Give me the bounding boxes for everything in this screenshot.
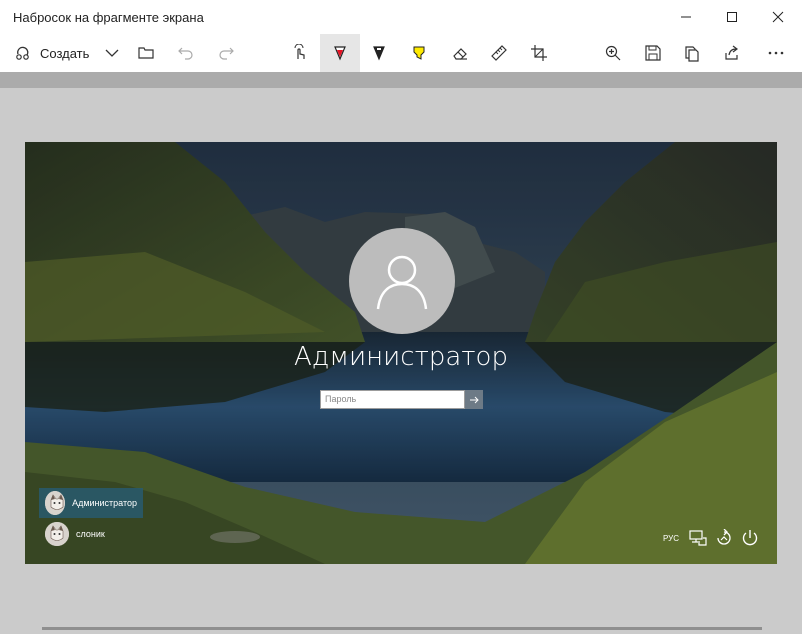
close-button[interactable] — [755, 0, 801, 34]
maximize-button[interactable] — [709, 0, 755, 34]
create-label: Создать — [40, 45, 90, 61]
create-button[interactable]: Создать — [8, 34, 98, 72]
zoom-button[interactable] — [593, 34, 633, 72]
title-bar: Набросок на фрагменте экрана — [0, 0, 802, 34]
ruler-button[interactable] — [479, 34, 519, 72]
user-name: Администратор — [294, 342, 508, 372]
ease-of-access-icon — [717, 529, 731, 545]
highlighter-icon — [413, 46, 425, 60]
touch-writing-button[interactable] — [280, 34, 320, 72]
submit-button[interactable] — [465, 390, 483, 409]
undo-button[interactable] — [166, 34, 206, 72]
eraser-button[interactable] — [440, 34, 480, 72]
folder-icon — [138, 47, 154, 59]
user-tile-label: слоник — [76, 529, 105, 539]
power-icon — [742, 530, 758, 546]
pencil-button[interactable] — [359, 34, 399, 72]
toolbar: Создать — [0, 34, 802, 72]
eraser-icon — [453, 48, 467, 60]
zoom-in-icon — [605, 45, 621, 61]
toolbar-divider-strip — [0, 72, 802, 88]
ballpoint-pen-button[interactable] — [320, 34, 360, 72]
open-file-button[interactable] — [126, 34, 166, 72]
highlighter-button[interactable] — [399, 34, 439, 72]
ballpoint-pen-icon — [334, 46, 346, 61]
touch-writing-icon — [294, 44, 305, 59]
snip-icon — [16, 46, 29, 60]
save-button[interactable] — [633, 34, 673, 72]
save-icon — [645, 45, 661, 61]
share-button[interactable] — [712, 34, 752, 72]
user-tile-administrator[interactable]: Администратор — [39, 488, 143, 518]
close-icon — [772, 11, 784, 23]
password-field[interactable]: Пароль — [320, 390, 465, 409]
crop-button[interactable] — [519, 34, 559, 72]
copy-icon — [685, 46, 699, 62]
minimize-button[interactable] — [663, 0, 709, 34]
captured-screenshot[interactable]: Администратор Пароль Администратор слони… — [25, 142, 777, 564]
user-avatar — [349, 228, 455, 334]
redo-button[interactable] — [206, 34, 246, 72]
power-button[interactable] — [739, 527, 761, 549]
user-tile-slonik[interactable]: слоник — [39, 519, 111, 549]
cat-avatar-icon — [45, 491, 66, 515]
minimize-icon — [681, 16, 691, 18]
crop-icon — [531, 45, 547, 61]
language-indicator[interactable]: РУС — [663, 534, 679, 543]
network-button[interactable] — [687, 527, 709, 549]
redo-icon — [219, 47, 234, 60]
user-icon — [376, 255, 428, 310]
accessibility-button[interactable] — [713, 527, 735, 549]
horizontal-scrollbar[interactable] — [42, 627, 762, 630]
maximize-icon — [727, 12, 737, 22]
arrow-right-icon — [470, 396, 479, 403]
ruler-icon — [491, 45, 507, 61]
share-icon — [725, 45, 738, 60]
cat-avatar-icon — [45, 522, 69, 546]
copy-button[interactable] — [672, 34, 712, 72]
more-options-button[interactable] — [756, 34, 796, 72]
chevron-down-icon — [105, 49, 119, 57]
window-title: Набросок на фрагменте экрана — [13, 10, 204, 25]
network-icon — [689, 530, 707, 546]
more-icon — [768, 51, 784, 55]
pencil-icon — [373, 46, 385, 61]
user-tile-label: Администратор — [72, 498, 137, 508]
undo-icon — [178, 47, 193, 60]
